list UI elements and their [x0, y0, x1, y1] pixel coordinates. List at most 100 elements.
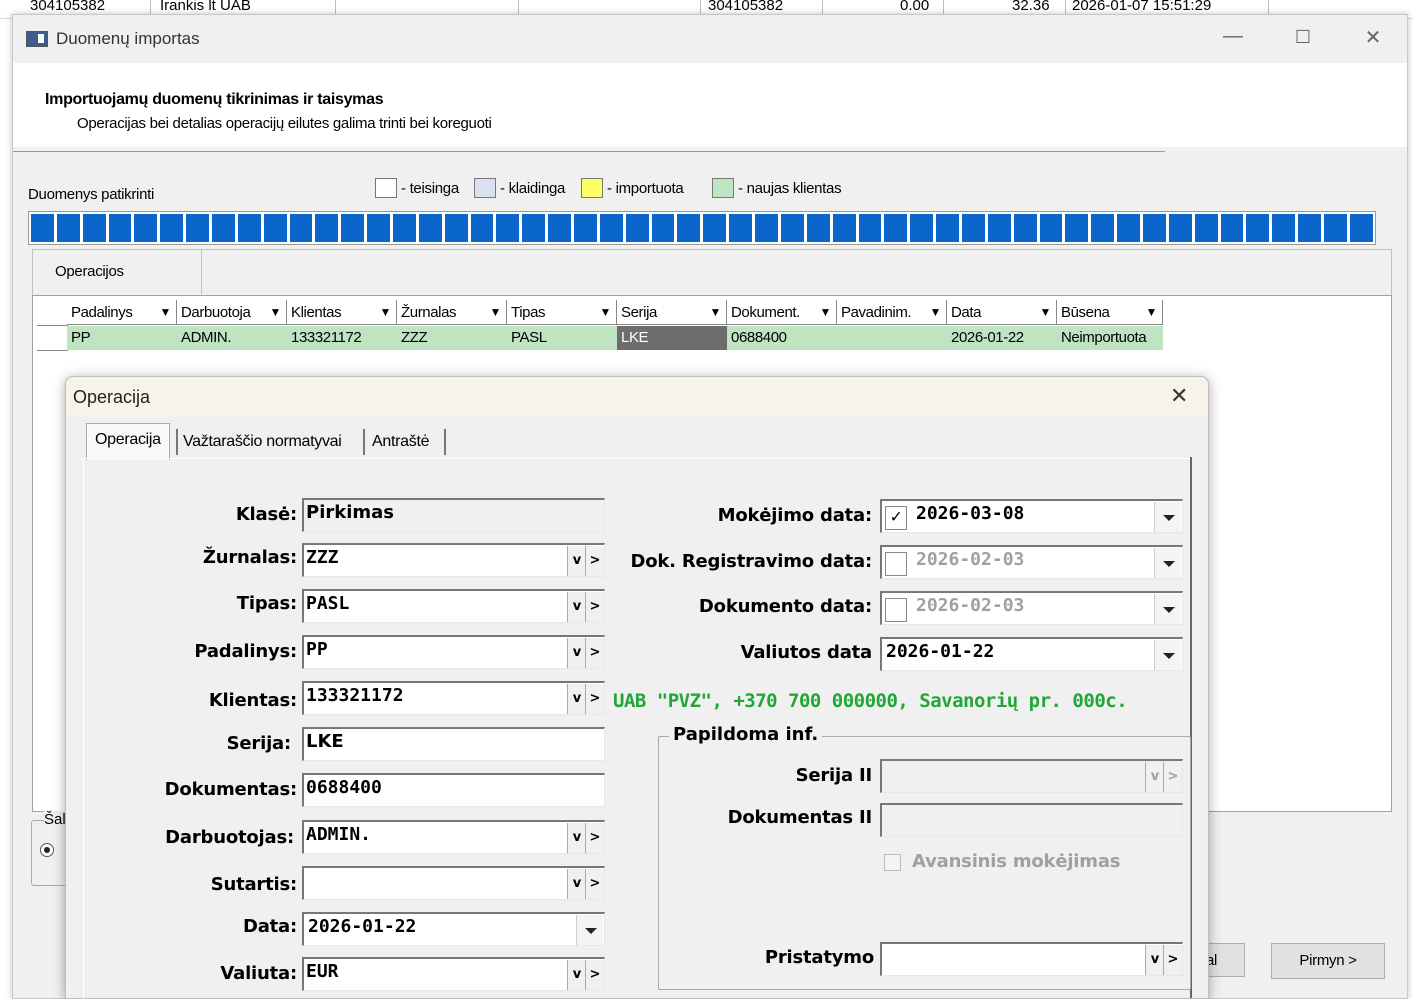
pristatymo-dropdown-button[interactable]: v [1145, 945, 1164, 975]
valiutos-data-dropdown-button[interactable] [1154, 640, 1181, 670]
mokejimo-data-dropdown-button[interactable] [1154, 502, 1181, 532]
table-cell[interactable]: ADMIN. [177, 326, 287, 350]
progress-segment [1065, 214, 1089, 242]
column-header-padalinys[interactable]: Padalinys ▼ [67, 300, 177, 325]
dokumento-data-checkbox[interactable] [885, 598, 907, 622]
row-header[interactable] [37, 326, 68, 351]
column-header-klientas[interactable]: Klientas ▼ [287, 300, 397, 325]
tipas-input[interactable]: PASL v > [302, 589, 605, 623]
zurnalas-dropdown-button[interactable]: v [567, 546, 586, 576]
progress-segment [574, 214, 597, 242]
tipas-dropdown-button[interactable]: v [567, 592, 586, 622]
padalinys-lookup-button[interactable]: > [585, 638, 604, 668]
darbuotojas-input[interactable]: ADMIN. v > [302, 820, 605, 854]
avansinis-checkbox[interactable] [884, 854, 901, 871]
sutartis-lookup-button[interactable]: > [585, 869, 604, 899]
dok-registravimo-data-value: 2026-02-03 [916, 549, 1025, 570]
column-header-darbuotojas[interactable]: Darbuotoja ▼ [177, 300, 287, 325]
data-datepicker[interactable]: 2026-01-22 [302, 912, 605, 946]
darbuotojas-dropdown-button[interactable]: v [567, 823, 586, 853]
dialog-close-icon[interactable]: ✕ [1170, 383, 1188, 409]
filter-icon[interactable]: ▼ [490, 300, 502, 324]
progress-segment [961, 214, 985, 242]
column-header-dokumentas[interactable]: Dokument. ▼ [727, 300, 837, 325]
klientas-input[interactable]: 133321172 v > [302, 681, 605, 715]
serija-ii-input[interactable]: v > [880, 759, 1183, 793]
valiuta-dropdown-button[interactable]: v [567, 960, 586, 990]
tab-operacijos[interactable]: Operacijos [33, 250, 202, 294]
table-cell[interactable]: 133321172 [287, 326, 397, 350]
zurnalas-input[interactable]: ZZZ v > [302, 543, 605, 577]
app-icon [26, 31, 48, 47]
column-header-busena[interactable]: Būsena ▼ [1057, 300, 1163, 325]
dokumento-data-dropdown-button[interactable] [1154, 594, 1181, 624]
serija-ii-lookup-button[interactable]: > [1163, 762, 1182, 792]
data-dropdown-button[interactable] [576, 915, 603, 945]
filter-icon[interactable]: ▼ [600, 300, 612, 324]
table-cell[interactable] [837, 326, 947, 350]
serija-ii-dropdown-button[interactable]: v [1145, 762, 1164, 792]
pristatymo-input[interactable]: v > [880, 942, 1183, 976]
dok-registravimo-data-datepicker[interactable]: 2026-02-03 [880, 545, 1183, 579]
table-cell[interactable]: Neimportuota [1057, 326, 1163, 350]
column-header-zurnalas[interactable]: Žurnalas ▼ [397, 300, 507, 325]
tab-antraste[interactable]: Antraštė [364, 426, 437, 458]
klientas-dropdown-button[interactable]: v [567, 684, 586, 714]
column-label: Pavadinim. [841, 304, 912, 321]
valiuta-input[interactable]: EUR v > [302, 957, 605, 991]
progress-segment [1142, 214, 1166, 242]
filter-icon[interactable]: ▼ [930, 300, 942, 324]
table-cell[interactable]: 0688400 [727, 326, 837, 350]
filter-icon[interactable]: ▼ [820, 300, 832, 324]
next-button[interactable]: Pirmyn > [1271, 943, 1385, 979]
tab-vaztarascio-normatyvai[interactable]: Važtaraščio normatyvai [175, 426, 350, 458]
table-cell[interactable]: PASL [507, 326, 617, 350]
sutartis-dropdown-button[interactable]: v [567, 869, 586, 899]
padalinys-input[interactable]: PP v > [302, 635, 605, 669]
mokejimo-data-datepicker[interactable]: ✓ 2026-03-08 [880, 499, 1183, 533]
tab-operacija[interactable]: Operacija [86, 423, 170, 460]
bg-cell-4: 0.00 [900, 0, 930, 14]
dok-registravimo-data-checkbox[interactable] [885, 552, 907, 576]
bg-cell-6: 2026-01-07 15:51:29 [1072, 0, 1212, 14]
filter-icon[interactable]: ▼ [1040, 300, 1052, 324]
table-cell[interactable]: ZZZ [397, 326, 507, 350]
sutartis-input[interactable]: v > [302, 866, 605, 900]
mokejimo-data-checkbox[interactable]: ✓ [885, 506, 907, 530]
table-cell[interactable]: 2026-01-22 [947, 326, 1057, 350]
progress-segment [186, 214, 210, 242]
dokumentas-ii-input[interactable] [880, 803, 1183, 837]
dokumentas-input[interactable]: 0688400 [302, 773, 605, 807]
radio-button[interactable] [40, 843, 54, 857]
tipas-lookup-button[interactable]: > [585, 592, 604, 622]
filter-icon[interactable]: ▼ [1146, 300, 1158, 324]
filter-icon[interactable]: ▼ [710, 300, 722, 324]
column-header-pavadinimas[interactable]: Pavadinim. ▼ [837, 300, 947, 325]
zurnalas-lookup-button[interactable]: > [585, 546, 604, 576]
progress-segment [522, 214, 546, 242]
progress-segment [1349, 214, 1373, 242]
table-cell-selected[interactable]: LKE [617, 326, 727, 350]
legend-new-client: - naujas klientas [712, 178, 842, 198]
close-button[interactable]: ✕ [1358, 25, 1388, 50]
klientas-lookup-button[interactable]: > [585, 684, 604, 714]
filter-icon[interactable]: ▼ [270, 300, 282, 324]
valiuta-lookup-button[interactable]: > [585, 960, 604, 990]
dialog-title: Operacija [73, 387, 151, 407]
column-header-data[interactable]: Data ▼ [947, 300, 1057, 325]
serija-input[interactable]: LKE [302, 727, 605, 761]
column-header-serija[interactable]: Serija ▼ [617, 300, 727, 325]
padalinys-dropdown-button[interactable]: v [567, 638, 586, 668]
filter-icon[interactable]: ▼ [380, 300, 392, 324]
pristatymo-lookup-button[interactable]: > [1163, 945, 1182, 975]
dok-registravimo-data-dropdown-button[interactable] [1154, 548, 1181, 578]
dokumento-data-datepicker[interactable]: 2026-02-03 [880, 591, 1183, 625]
column-header-tipas[interactable]: Tipas ▼ [507, 300, 617, 325]
maximize-button[interactable]: ☐ [1288, 27, 1318, 48]
table-cell[interactable]: PP [67, 326, 177, 350]
darbuotojas-lookup-button[interactable]: > [585, 823, 604, 853]
valiutos-data-datepicker[interactable]: 2026-01-22 [880, 637, 1183, 671]
minimize-button[interactable]: — [1218, 25, 1248, 48]
filter-icon[interactable]: ▼ [160, 300, 172, 324]
serija-ii-label: Serija II [795, 765, 873, 786]
